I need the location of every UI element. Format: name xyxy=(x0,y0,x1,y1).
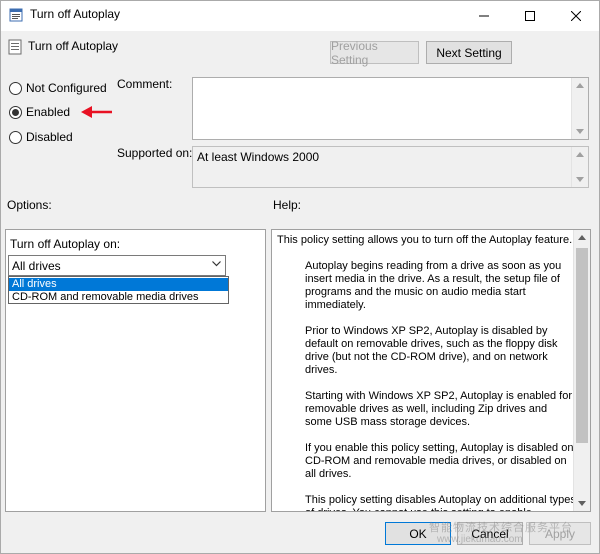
option-field-label: Turn off Autoplay on: xyxy=(10,237,121,251)
help-scrollbar[interactable] xyxy=(573,230,590,511)
scroll-thumb[interactable] xyxy=(576,248,588,443)
radio-disabled[interactable]: Disabled xyxy=(9,130,73,144)
dropdown-option[interactable]: All drives xyxy=(9,278,228,291)
help-paragraph: Autoplay begins reading from a drive as … xyxy=(305,260,562,311)
supported-on-label: Supported on: xyxy=(117,146,193,160)
maximize-icon xyxy=(525,11,535,21)
radio-label: Enabled xyxy=(26,105,71,119)
close-button[interactable] xyxy=(553,1,599,31)
window-title: Turn off Autoplay xyxy=(30,7,121,21)
maximize-button[interactable] xyxy=(507,1,553,31)
scroll-up-icon[interactable] xyxy=(578,235,586,240)
radio-not-configured[interactable]: Not Configured xyxy=(9,81,107,95)
title-bar[interactable]: Turn off Autoplay xyxy=(1,1,599,31)
previous-setting-button[interactable]: Previous Setting xyxy=(330,39,419,67)
apply-button[interactable]: Apply xyxy=(529,522,591,545)
radio-label: Not Configured xyxy=(26,81,107,95)
drive-select[interactable]: All drives xyxy=(8,255,226,276)
dropdown-option[interactable]: CD-ROM and removable media drives xyxy=(9,291,228,304)
scroll-down-icon[interactable] xyxy=(578,501,586,506)
comment-scrollbar[interactable] xyxy=(571,78,588,139)
options-label: Options: xyxy=(7,198,52,212)
policy-setting-icon xyxy=(8,39,22,55)
supported-on-scrollbar[interactable] xyxy=(571,147,588,187)
radio-circle[interactable] xyxy=(9,130,22,144)
scroll-up-icon[interactable] xyxy=(576,152,584,157)
close-icon xyxy=(571,11,581,21)
help-paragraph: If you enable this policy setting, Autop… xyxy=(305,442,574,480)
setting-title: Turn off Autoplay xyxy=(28,39,119,53)
red-arrow-icon xyxy=(81,106,112,118)
radio-enabled[interactable]: Enabled xyxy=(9,105,70,119)
next-setting-button[interactable]: Next Setting xyxy=(426,41,512,64)
chevron-down-icon[interactable] xyxy=(212,261,221,267)
radio-label: Disabled xyxy=(26,130,73,144)
minimize-button[interactable] xyxy=(461,1,507,31)
scroll-down-icon[interactable] xyxy=(576,177,584,182)
radio-circle[interactable] xyxy=(9,81,22,95)
comment-label: Comment: xyxy=(117,77,173,91)
comment-field[interactable] xyxy=(192,77,589,140)
scroll-up-icon[interactable] xyxy=(576,83,584,88)
supported-on-value: At least Windows 2000 xyxy=(197,150,320,164)
cancel-button[interactable]: Cancel xyxy=(457,522,523,545)
help-paragraph: This policy setting disables Autoplay on… xyxy=(305,494,576,511)
radio-circle[interactable] xyxy=(9,105,22,119)
help-pane: This policy setting allows you to turn o… xyxy=(271,229,591,512)
minimize-icon xyxy=(479,15,489,17)
scroll-down-icon[interactable] xyxy=(576,129,584,134)
drive-dropdown-list: All drives CD-ROM and removable media dr… xyxy=(8,276,229,304)
help-text: This policy setting allows you to turn o… xyxy=(277,234,577,511)
policy-dialog: Turn off Autoplay Turn off Autoplay Prev… xyxy=(0,0,600,554)
ok-button[interactable]: OK xyxy=(385,522,451,545)
help-label: Help: xyxy=(273,198,302,212)
help-paragraph: This policy setting allows you to turn o… xyxy=(277,234,573,246)
policy-setting-icon xyxy=(9,8,23,22)
help-paragraph: Prior to Windows XP SP2, Autoplay is dis… xyxy=(305,325,558,376)
supported-on-field: At least Windows 2000 xyxy=(192,146,589,188)
help-paragraph: Starting with Windows XP SP2, Autoplay i… xyxy=(305,390,572,428)
select-value: All drives xyxy=(12,259,61,273)
